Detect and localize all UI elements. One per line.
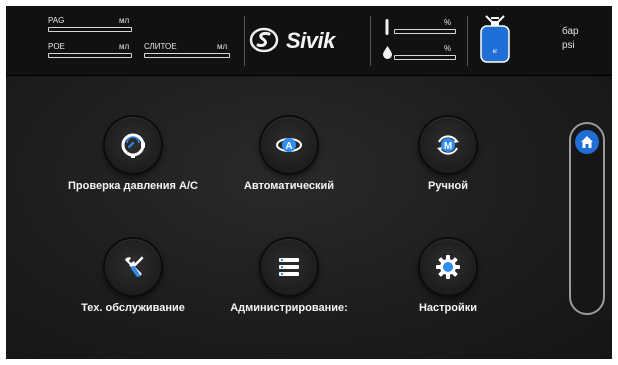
settings-label: Настройки	[418, 302, 478, 314]
humidity-bar	[394, 55, 456, 60]
brand-name: Sivik	[286, 28, 335, 53]
humidity-drop-icon	[383, 46, 392, 59]
ac-pressure-check-button[interactable]	[105, 117, 161, 173]
dye-unit: мл	[217, 42, 228, 51]
humidity-unit: %	[444, 44, 452, 53]
thermometer-icon	[385, 19, 389, 35]
dye-label: СЛИТОЕ	[144, 42, 177, 51]
home-button[interactable]	[575, 130, 599, 154]
brand-mark-icon	[249, 27, 279, 53]
dye-level-bar	[144, 53, 230, 58]
manual-button[interactable]: M	[420, 117, 476, 173]
menu-item-ac-pressure-check[interactable]: Проверка давления А/С	[58, 117, 208, 227]
temperature-bar	[394, 29, 456, 34]
administration-button[interactable]	[261, 239, 317, 295]
brand-logo: Sivik	[249, 26, 364, 54]
pag-level-bar	[48, 27, 132, 32]
automatic-button[interactable]: A	[261, 117, 317, 173]
divider	[370, 16, 371, 66]
menu-area: Проверка давления А/С A Автоматический M…	[6, 76, 612, 359]
gauge-icon	[121, 133, 145, 158]
auto-icon-letter: A	[285, 141, 292, 152]
menu-item-manual[interactable]: M Ручной	[373, 117, 523, 227]
main-screen: PAG мл POE мл СЛИТОЕ мл Sivik % % кг бар…	[6, 6, 612, 359]
refrigerant-tank-icon[interactable]: кг	[478, 14, 512, 64]
manual-icon-letter: M	[444, 141, 452, 152]
settings-button[interactable]	[420, 239, 476, 295]
menu-item-automatic[interactable]: A Автоматический	[214, 117, 364, 227]
menu-item-maintenance[interactable]: Тех. обслуживание	[58, 239, 208, 349]
divider	[467, 16, 468, 66]
status-bar: PAG мл POE мл СЛИТОЕ мл Sivik % % кг бар…	[6, 6, 612, 76]
maintenance-button[interactable]	[105, 239, 161, 295]
manual-icon: M	[437, 135, 459, 155]
poe-label: POE	[48, 42, 65, 51]
manual-label: Ручной	[428, 180, 468, 192]
tank-unit: кг	[493, 49, 499, 55]
poe-unit: мл	[119, 42, 130, 51]
pressure-unit-psi: psi	[562, 40, 575, 51]
menu-item-settings[interactable]: Настройки	[373, 239, 523, 349]
side-panel[interactable]	[569, 122, 605, 315]
divider	[244, 16, 245, 66]
pag-label: PAG	[48, 16, 65, 25]
list-icon	[279, 258, 299, 276]
gear-icon	[436, 255, 460, 279]
temperature-unit: %	[444, 18, 452, 27]
pressure-unit-bar: бар	[562, 26, 579, 37]
wrench-icon	[125, 256, 144, 277]
menu-item-administration[interactable]: Администрирование:	[214, 239, 364, 349]
poe-level-bar	[48, 53, 132, 58]
home-icon	[581, 136, 593, 148]
pag-unit: мл	[119, 16, 130, 25]
auto-icon: A	[276, 138, 302, 152]
